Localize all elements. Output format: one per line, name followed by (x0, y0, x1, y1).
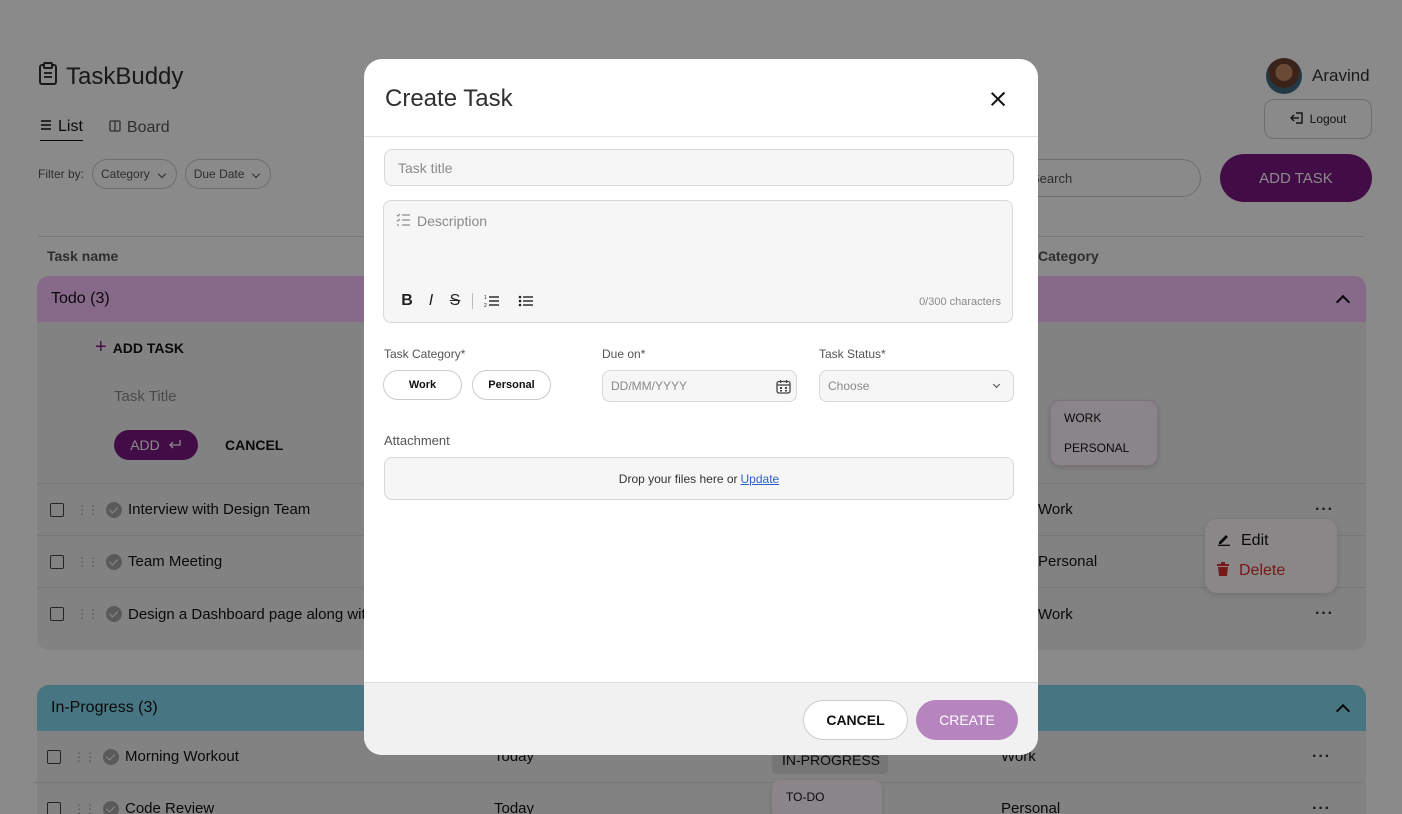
due-date-input[interactable]: DD/MM/YYYY (602, 370, 797, 402)
toolbar-divider (472, 293, 473, 309)
chevron-down-icon (992, 380, 1001, 389)
svg-text:1: 1 (484, 295, 487, 301)
checklist-icon (396, 213, 411, 229)
italic-button[interactable]: I (420, 291, 442, 311)
create-button[interactable]: CREATE (916, 700, 1018, 740)
dropzone-text: Drop your files here or (618, 471, 738, 486)
close-icon[interactable] (988, 89, 1008, 109)
task-status-select[interactable]: Choose (819, 370, 1014, 402)
description-placeholder-text: Description (417, 213, 488, 229)
calendar-icon[interactable] (776, 379, 791, 397)
description-editor[interactable]: Description B I S 12 0/300 characters (383, 200, 1013, 323)
due-date-label: Due on* (602, 347, 646, 361)
modal-title: Create Task (385, 85, 513, 112)
upload-link[interactable]: Update (741, 472, 780, 486)
description-placeholder: Description (396, 213, 487, 229)
cancel-button[interactable]: CANCEL (803, 700, 908, 740)
bold-button[interactable]: B (396, 291, 418, 311)
svg-text:2: 2 (484, 303, 487, 308)
modal-header: Create Task (364, 59, 1038, 137)
strikethrough-button[interactable]: S (444, 291, 466, 311)
formatting-toolbar: B I S 12 (396, 291, 539, 311)
ordered-list-icon[interactable]: 12 (481, 291, 503, 311)
task-category-label: Task Category* (384, 347, 466, 361)
modal-footer: CANCEL CREATE (364, 682, 1038, 755)
bulleted-list-icon[interactable] (515, 291, 537, 311)
attachment-label: Attachment (384, 433, 450, 448)
task-status-label: Task Status* (819, 347, 886, 361)
task-status-placeholder: Choose (828, 379, 870, 393)
create-task-modal: Create Task Description B I S 12 0/300 c… (364, 59, 1038, 755)
category-option-work[interactable]: Work (383, 370, 462, 400)
due-date-placeholder: DD/MM/YYYY (611, 379, 688, 393)
task-title-input[interactable] (384, 149, 1014, 186)
category-option-personal[interactable]: Personal (472, 370, 551, 400)
file-dropzone[interactable]: Drop your files here or Update (384, 457, 1014, 500)
character-counter: 0/300 characters (919, 296, 1001, 308)
